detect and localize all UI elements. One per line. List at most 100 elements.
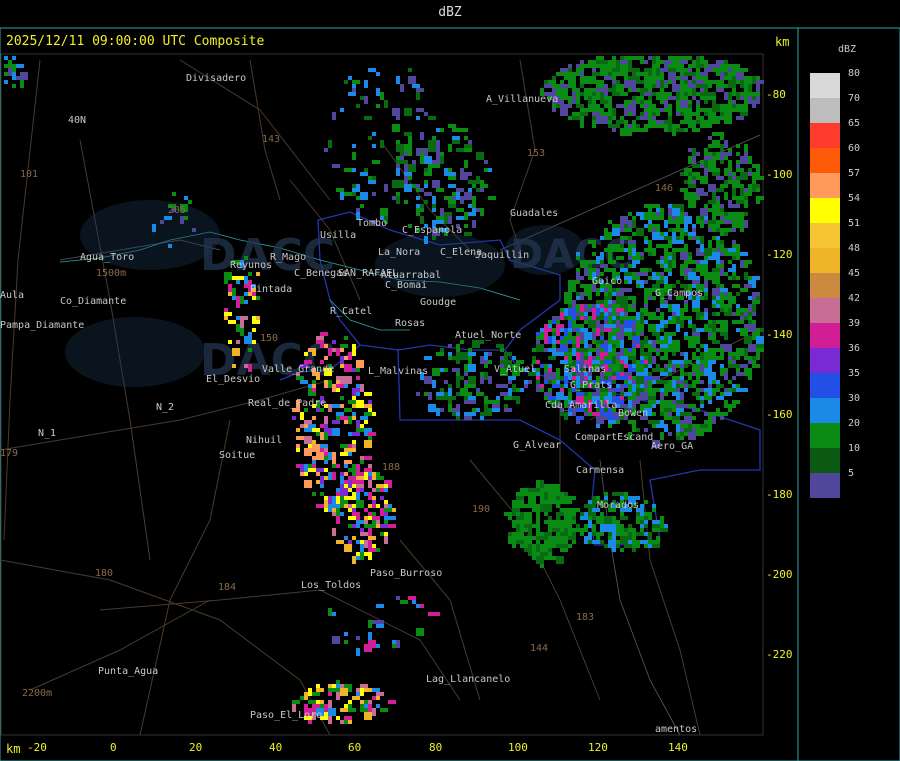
echo-cell xyxy=(604,544,608,548)
echo-cell xyxy=(728,292,732,296)
echo-cell xyxy=(752,100,760,104)
echo-cell xyxy=(680,432,684,436)
echo-cell xyxy=(364,552,368,556)
echo-cell xyxy=(744,260,752,264)
echo-cell xyxy=(684,224,688,232)
echo-cell xyxy=(716,88,720,92)
echo-cell xyxy=(676,84,680,88)
echo-cell xyxy=(564,508,572,512)
echo-cell xyxy=(376,644,380,648)
echo-cell xyxy=(676,304,680,312)
echo-cell xyxy=(724,228,732,232)
echo-cell xyxy=(312,440,316,444)
echo-cell xyxy=(576,88,580,96)
echo-cell xyxy=(464,372,468,376)
echo-cell xyxy=(600,392,604,400)
y-tick-label: -140 xyxy=(766,328,793,341)
echo-cell xyxy=(640,88,648,92)
echo-cell xyxy=(656,308,660,312)
echo-cell xyxy=(744,336,752,344)
echo-cell xyxy=(528,496,536,500)
echo-cell xyxy=(636,80,644,84)
echo-cell xyxy=(692,268,696,272)
echo-cell xyxy=(688,72,696,76)
echo-cell xyxy=(660,528,668,532)
echo-cell xyxy=(672,344,680,348)
echo-cell xyxy=(692,352,696,356)
place-label: Nihuil xyxy=(246,435,283,446)
echo-cell xyxy=(644,376,652,380)
echo-cell xyxy=(516,500,524,504)
echo-cell xyxy=(600,100,608,104)
echo-cell xyxy=(680,60,684,64)
echo-cell xyxy=(620,536,624,540)
echo-cell xyxy=(724,152,732,156)
echo-cell xyxy=(576,420,580,424)
echo-cell xyxy=(236,276,244,280)
echo-cell xyxy=(680,100,688,108)
echo-cell xyxy=(348,92,356,96)
echo-cell xyxy=(232,296,236,300)
echo-cell xyxy=(664,236,672,240)
echo-cell xyxy=(424,156,432,164)
echo-cell xyxy=(476,208,480,212)
echo-cell xyxy=(672,208,680,216)
echo-cell xyxy=(668,364,672,368)
echo-cell xyxy=(572,336,576,344)
echo-cell xyxy=(616,384,620,388)
echo-cell xyxy=(312,492,316,496)
echo-cell xyxy=(348,516,356,520)
echo-cell xyxy=(572,280,580,284)
echo-cell xyxy=(620,364,624,372)
echo-cell xyxy=(304,424,308,428)
echo-cell xyxy=(556,544,560,548)
echo-cell xyxy=(368,704,372,712)
echo-cell xyxy=(608,88,612,92)
echo-cell xyxy=(700,364,704,368)
echo-cell xyxy=(328,708,336,716)
echo-cell xyxy=(608,308,612,312)
echo-cell xyxy=(652,368,660,372)
echo-cell xyxy=(364,712,372,720)
echo-cell xyxy=(712,380,716,384)
echo-cell xyxy=(236,340,240,344)
echo-cell xyxy=(644,248,648,252)
echo-cell xyxy=(736,144,740,148)
legend-swatch xyxy=(810,73,840,98)
echo-cell xyxy=(368,176,372,180)
echo-cell xyxy=(676,128,684,132)
echo-cell xyxy=(628,264,632,268)
echo-cell xyxy=(596,516,600,524)
echo-cell xyxy=(540,496,544,500)
place-label: 190 xyxy=(472,504,491,515)
echo-cell xyxy=(632,304,636,308)
echo-cell xyxy=(704,156,708,160)
echo-cell xyxy=(708,84,712,88)
echo-cell xyxy=(592,308,596,316)
echo-cell xyxy=(344,376,352,384)
echo-cell xyxy=(304,464,308,472)
echo-cell xyxy=(460,352,468,360)
echo-cell xyxy=(692,224,696,228)
echo-cell xyxy=(352,412,356,416)
echo-cell xyxy=(568,68,572,72)
echo-cell xyxy=(424,200,428,204)
echo-cell xyxy=(612,364,616,372)
echo-cell xyxy=(572,316,576,320)
echo-cell xyxy=(572,80,576,84)
echo-cell xyxy=(632,324,636,332)
echo-cell xyxy=(456,192,460,200)
echo-cell xyxy=(524,516,532,520)
echo-cell xyxy=(756,348,764,352)
echo-cell xyxy=(20,72,28,80)
echo-cell xyxy=(544,372,552,380)
echo-cell xyxy=(556,392,564,400)
echo-cell xyxy=(708,92,716,96)
echo-cell xyxy=(712,100,716,104)
echo-cell xyxy=(640,72,644,76)
echo-cell xyxy=(748,324,756,332)
echo-cell xyxy=(580,68,584,72)
echo-cell xyxy=(648,68,652,76)
echo-cell xyxy=(756,96,760,100)
place-label: CompartEscand xyxy=(575,432,654,443)
